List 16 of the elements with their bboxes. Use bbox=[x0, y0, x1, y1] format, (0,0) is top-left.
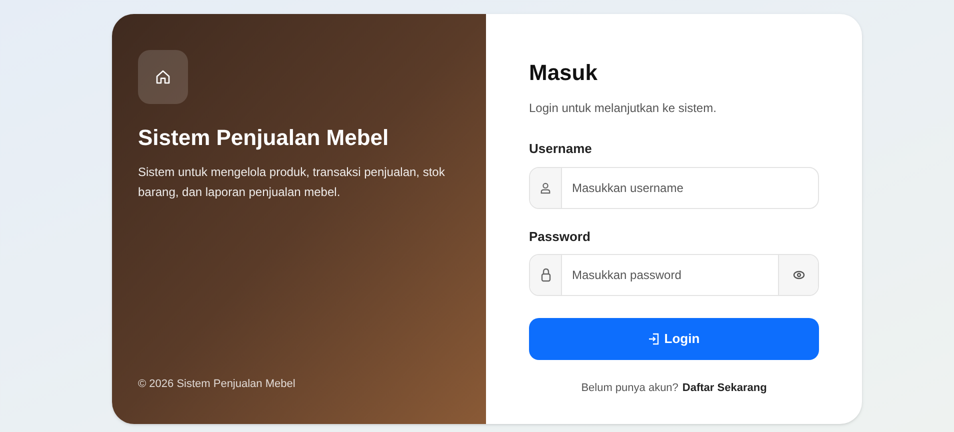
field-label: Password bbox=[529, 228, 592, 246]
form-title: Masuk bbox=[529, 59, 598, 87]
lock-icon bbox=[540, 268, 550, 282]
login-icon bbox=[648, 333, 660, 345]
eye-icon[interactable] bbox=[792, 270, 804, 280]
login-button[interactable]: Login bbox=[529, 318, 819, 360]
login-card: Sistem Penjualan Mebel Sistem untuk mengelola produk, transaksi penjualan, stok barang, dan laporan penjualan mebel. © 2026 Sistem Penjualan Mebel Masuk Login untuk melanjutkan ke sistem. Username Masukkan username Password Masukkan password Login Belum punya akun? Daftar Sekarang bbox=[112, 14, 862, 424]
brand-title: Sistem Penjualan Mebel bbox=[138, 124, 390, 152]
field-label: Username bbox=[529, 140, 593, 158]
signup-prompt: Belum punya akun? bbox=[581, 381, 678, 396]
signup-link[interactable]: Daftar Sekarang bbox=[682, 380, 767, 396]
brand-description: Sistem untuk mengelola produk, transaksi penjualan, stok barang, dan laporan penjualan mebel. bbox=[138, 164, 446, 200]
form-subtitle: Login untuk melanjutkan ke sistem. bbox=[529, 100, 718, 117]
copyright-text: © 2026 Sistem Penjualan Mebel bbox=[138, 376, 296, 392]
house-icon bbox=[155, 69, 171, 85]
user-icon bbox=[540, 182, 551, 194]
